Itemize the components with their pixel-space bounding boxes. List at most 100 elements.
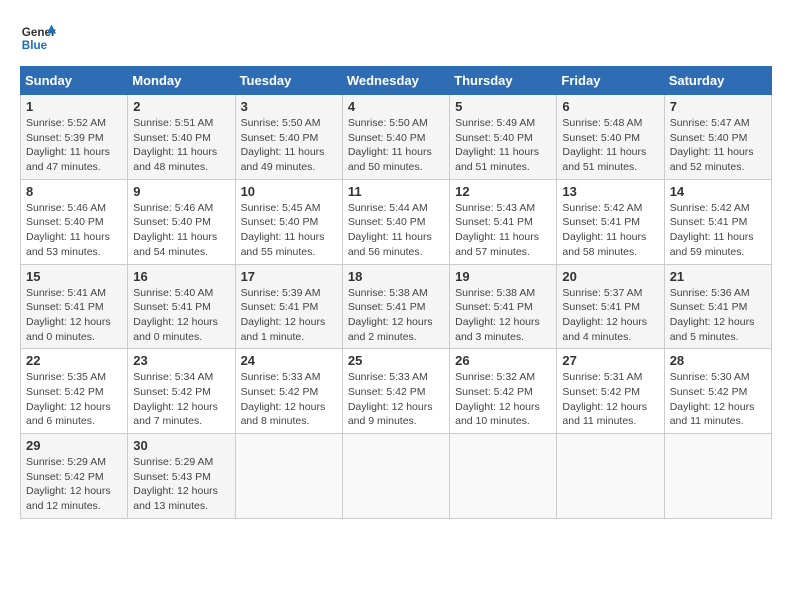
day-number: 28: [670, 353, 766, 368]
calendar-header: SundayMondayTuesdayWednesdayThursdayFrid…: [21, 67, 772, 95]
day-number: 16: [133, 269, 229, 284]
calendar-week: 8 Sunrise: 5:46 AM Sunset: 5:40 PM Daylig…: [21, 179, 772, 264]
day-info: Sunrise: 5:31 AM Sunset: 5:42 PM Dayligh…: [562, 370, 658, 429]
calendar-cell: 24 Sunrise: 5:33 AM Sunset: 5:42 PM Dayli…: [235, 349, 342, 434]
weekday-header: Wednesday: [342, 67, 449, 95]
day-number: 4: [348, 99, 444, 114]
calendar-cell: 3 Sunrise: 5:50 AM Sunset: 5:40 PM Daylig…: [235, 95, 342, 180]
calendar-cell: [557, 434, 664, 519]
day-info: Sunrise: 5:41 AM Sunset: 5:41 PM Dayligh…: [26, 286, 122, 345]
day-info: Sunrise: 5:46 AM Sunset: 5:40 PM Dayligh…: [133, 201, 229, 260]
day-info: Sunrise: 5:36 AM Sunset: 5:41 PM Dayligh…: [670, 286, 766, 345]
calendar-cell: 28 Sunrise: 5:30 AM Sunset: 5:42 PM Dayli…: [664, 349, 771, 434]
day-number: 1: [26, 99, 122, 114]
day-info: Sunrise: 5:51 AM Sunset: 5:40 PM Dayligh…: [133, 116, 229, 175]
day-number: 11: [348, 184, 444, 199]
day-number: 9: [133, 184, 229, 199]
day-number: 7: [670, 99, 766, 114]
day-number: 18: [348, 269, 444, 284]
calendar-week: 1 Sunrise: 5:52 AM Sunset: 5:39 PM Daylig…: [21, 95, 772, 180]
calendar-cell: 12 Sunrise: 5:43 AM Sunset: 5:41 PM Dayli…: [450, 179, 557, 264]
calendar-cell: 19Sunrise: 5:38 AM Sunset: 5:41 PM Dayli…: [450, 264, 557, 349]
calendar-cell: 8 Sunrise: 5:46 AM Sunset: 5:40 PM Daylig…: [21, 179, 128, 264]
calendar-cell: 7Sunrise: 5:47 AM Sunset: 5:40 PM Daylig…: [664, 95, 771, 180]
weekday-header: Sunday: [21, 67, 128, 95]
logo: General Blue: [20, 20, 56, 56]
calendar-cell: 4 Sunrise: 5:50 AM Sunset: 5:40 PM Daylig…: [342, 95, 449, 180]
day-number: 30: [133, 438, 229, 453]
day-number: 15: [26, 269, 122, 284]
day-number: 12: [455, 184, 551, 199]
day-info: Sunrise: 5:42 AM Sunset: 5:41 PM Dayligh…: [670, 201, 766, 260]
day-number: 22: [26, 353, 122, 368]
day-info: Sunrise: 5:52 AM Sunset: 5:39 PM Dayligh…: [26, 116, 122, 175]
day-info: Sunrise: 5:44 AM Sunset: 5:40 PM Dayligh…: [348, 201, 444, 260]
calendar-cell: 22 Sunrise: 5:35 AM Sunset: 5:42 PM Dayli…: [21, 349, 128, 434]
calendar-cell: 5Sunrise: 5:49 AM Sunset: 5:40 PM Daylig…: [450, 95, 557, 180]
day-number: 8: [26, 184, 122, 199]
day-info: Sunrise: 5:42 AM Sunset: 5:41 PM Dayligh…: [562, 201, 658, 260]
day-info: Sunrise: 5:29 AM Sunset: 5:43 PM Dayligh…: [133, 455, 229, 514]
day-number: 27: [562, 353, 658, 368]
day-number: 25: [348, 353, 444, 368]
calendar-week: 29 Sunrise: 5:29 AM Sunset: 5:42 PM Dayli…: [21, 434, 772, 519]
calendar-cell: 29 Sunrise: 5:29 AM Sunset: 5:42 PM Dayli…: [21, 434, 128, 519]
calendar-table: SundayMondayTuesdayWednesdayThursdayFrid…: [20, 66, 772, 519]
day-info: Sunrise: 5:38 AM Sunset: 5:41 PM Dayligh…: [348, 286, 444, 345]
calendar-cell: 15 Sunrise: 5:41 AM Sunset: 5:41 PM Dayli…: [21, 264, 128, 349]
weekday-header: Monday: [128, 67, 235, 95]
calendar-cell: 27 Sunrise: 5:31 AM Sunset: 5:42 PM Dayli…: [557, 349, 664, 434]
calendar-cell: 26Sunrise: 5:32 AM Sunset: 5:42 PM Dayli…: [450, 349, 557, 434]
day-number: 13: [562, 184, 658, 199]
day-number: 21: [670, 269, 766, 284]
calendar-cell: 2 Sunrise: 5:51 AM Sunset: 5:40 PM Daylig…: [128, 95, 235, 180]
calendar-cell: 25 Sunrise: 5:33 AM Sunset: 5:42 PM Dayli…: [342, 349, 449, 434]
day-info: Sunrise: 5:32 AM Sunset: 5:42 PM Dayligh…: [455, 370, 551, 429]
day-number: 29: [26, 438, 122, 453]
calendar-cell: [450, 434, 557, 519]
calendar-cell: 1 Sunrise: 5:52 AM Sunset: 5:39 PM Daylig…: [21, 95, 128, 180]
day-info: Sunrise: 5:30 AM Sunset: 5:42 PM Dayligh…: [670, 370, 766, 429]
day-info: Sunrise: 5:45 AM Sunset: 5:40 PM Dayligh…: [241, 201, 337, 260]
calendar-cell: 13 Sunrise: 5:42 AM Sunset: 5:41 PM Dayli…: [557, 179, 664, 264]
weekday-header: Friday: [557, 67, 664, 95]
calendar-week: 22 Sunrise: 5:35 AM Sunset: 5:42 PM Dayli…: [21, 349, 772, 434]
calendar-cell: 6 Sunrise: 5:48 AM Sunset: 5:40 PM Daylig…: [557, 95, 664, 180]
calendar-cell: [342, 434, 449, 519]
calendar-cell: 30 Sunrise: 5:29 AM Sunset: 5:43 PM Dayli…: [128, 434, 235, 519]
day-info: Sunrise: 5:38 AM Sunset: 5:41 PM Dayligh…: [455, 286, 551, 345]
page-header: General Blue: [20, 20, 772, 56]
day-info: Sunrise: 5:29 AM Sunset: 5:42 PM Dayligh…: [26, 455, 122, 514]
day-number: 10: [241, 184, 337, 199]
day-number: 6: [562, 99, 658, 114]
day-info: Sunrise: 5:43 AM Sunset: 5:41 PM Dayligh…: [455, 201, 551, 260]
calendar-cell: 23Sunrise: 5:34 AM Sunset: 5:42 PM Dayli…: [128, 349, 235, 434]
day-number: 17: [241, 269, 337, 284]
day-number: 23: [133, 353, 229, 368]
calendar-cell: 10 Sunrise: 5:45 AM Sunset: 5:40 PM Dayli…: [235, 179, 342, 264]
day-number: 24: [241, 353, 337, 368]
day-info: Sunrise: 5:50 AM Sunset: 5:40 PM Dayligh…: [241, 116, 337, 175]
calendar-cell: 14 Sunrise: 5:42 AM Sunset: 5:41 PM Dayli…: [664, 179, 771, 264]
logo-icon: General Blue: [20, 20, 56, 56]
calendar-cell: 21 Sunrise: 5:36 AM Sunset: 5:41 PM Dayli…: [664, 264, 771, 349]
calendar-cell: 11 Sunrise: 5:44 AM Sunset: 5:40 PM Dayli…: [342, 179, 449, 264]
calendar-cell: 16Sunrise: 5:40 AM Sunset: 5:41 PM Dayli…: [128, 264, 235, 349]
calendar-week: 15 Sunrise: 5:41 AM Sunset: 5:41 PM Dayli…: [21, 264, 772, 349]
calendar-cell: 20 Sunrise: 5:37 AM Sunset: 5:41 PM Dayli…: [557, 264, 664, 349]
day-info: Sunrise: 5:46 AM Sunset: 5:40 PM Dayligh…: [26, 201, 122, 260]
calendar-cell: [235, 434, 342, 519]
day-number: 2: [133, 99, 229, 114]
day-info: Sunrise: 5:37 AM Sunset: 5:41 PM Dayligh…: [562, 286, 658, 345]
weekday-header: Thursday: [450, 67, 557, 95]
calendar-cell: [664, 434, 771, 519]
day-info: Sunrise: 5:33 AM Sunset: 5:42 PM Dayligh…: [241, 370, 337, 429]
day-number: 20: [562, 269, 658, 284]
weekday-header: Tuesday: [235, 67, 342, 95]
day-info: Sunrise: 5:50 AM Sunset: 5:40 PM Dayligh…: [348, 116, 444, 175]
day-number: 14: [670, 184, 766, 199]
day-info: Sunrise: 5:33 AM Sunset: 5:42 PM Dayligh…: [348, 370, 444, 429]
day-info: Sunrise: 5:35 AM Sunset: 5:42 PM Dayligh…: [26, 370, 122, 429]
day-number: 3: [241, 99, 337, 114]
day-info: Sunrise: 5:48 AM Sunset: 5:40 PM Dayligh…: [562, 116, 658, 175]
